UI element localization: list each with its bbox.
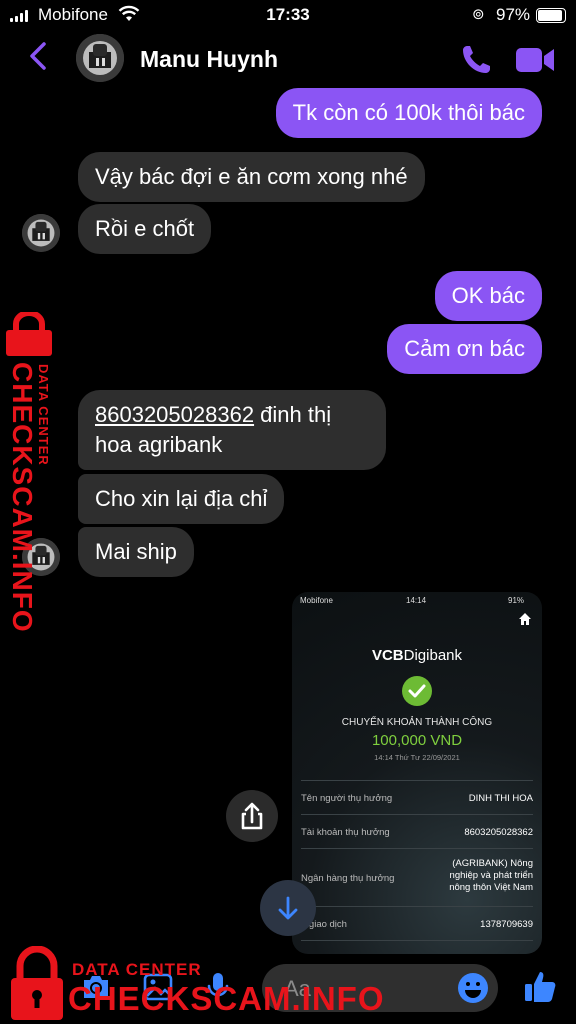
arrow-down-icon xyxy=(278,896,298,920)
message-text: Rồi e chốt xyxy=(95,216,195,241)
receipt-status-carrier: Mobifone xyxy=(300,596,333,605)
bank-logo: VCBDigibank xyxy=(371,647,463,664)
receipt-status-battery: 91% xyxy=(508,596,525,605)
checkmark-icon xyxy=(402,676,432,706)
emoji-icon[interactable] xyxy=(456,971,490,1010)
contact-name[interactable]: Manu Huynh xyxy=(140,46,278,73)
transfer-datetime: 14:14 Thứ Tư 22/09/2021 xyxy=(374,753,460,762)
message-bubble-outgoing[interactable]: Tk còn có 100k thôi bác xyxy=(275,88,542,138)
padlock-icon xyxy=(6,312,52,356)
receipt-status-time: 14:14 xyxy=(406,596,427,605)
message-text: Cho xin lại địa chỉ xyxy=(95,486,268,511)
thumbs-up-icon[interactable] xyxy=(522,967,558,1003)
divider xyxy=(301,940,533,943)
avatar[interactable] xyxy=(76,34,124,82)
transfer-status: CHUYỂN KHOẢN THÀNH CÔNG xyxy=(341,717,493,728)
watermark-side: CHECKSCAM.INFO DATA CENTER xyxy=(2,312,62,633)
receipt-row: ã giao dịch 1378709639 xyxy=(301,906,533,941)
share-button[interactable] xyxy=(226,790,278,842)
watermark-text: CHECKSCAM.INFO xyxy=(7,362,38,633)
message-text: Vậy bác đợi e ăn cơm xong nhé xyxy=(95,164,408,189)
clock: 17:33 xyxy=(266,5,310,24)
message-text: Mai ship xyxy=(95,539,177,564)
watermark-text: CHECKSCAM.INFO xyxy=(68,980,385,1017)
message-bubble-incoming[interactable]: Rồi e chốt xyxy=(78,204,212,254)
receipt-value: (AGRIBANK) Nông nghiệp và phát triển nôn… xyxy=(449,858,533,893)
home-icon xyxy=(518,612,532,631)
scroll-down-button[interactable] xyxy=(260,880,316,936)
conversation-header: Manu Huynh xyxy=(0,32,576,86)
watermark-subtext: DATA CENTER xyxy=(36,364,51,466)
account-number-link[interactable]: 8603205028362 xyxy=(95,402,254,427)
message-text: OK bác xyxy=(451,283,525,308)
message-text: Tk còn có 100k thôi bác xyxy=(292,100,525,125)
avatar[interactable] xyxy=(22,214,60,252)
share-icon xyxy=(241,802,263,830)
receipt-row: Tài khoản thụ hưởng 8603205028362 xyxy=(301,814,533,849)
receipt-value: DINH THI HOA xyxy=(468,793,533,804)
message-bubble-incoming[interactable]: Vậy bác đợi e ăn cơm xong nhé xyxy=(78,152,425,202)
receipt-label: Tên người thụ hưởng xyxy=(301,793,393,804)
battery-percent: 97% xyxy=(496,5,531,24)
chevron-left-icon[interactable] xyxy=(24,34,54,78)
message-bubble-outgoing[interactable]: OK bác xyxy=(434,271,542,321)
transfer-amount: 100,000 VND xyxy=(371,732,463,749)
rotation-lock-icon: ⊚ xyxy=(472,6,485,23)
message-bubble-incoming[interactable]: Cho xin lại địa chỉ xyxy=(78,474,285,524)
receipt-row: Tên người thụ hưởng DINH THI HOA xyxy=(301,780,533,815)
watermark-subtext: DATA CENTER xyxy=(72,960,202,979)
transfer-receipt-image[interactable]: Mobifone 14:14 91% VCBDigibank CHUYỂN KH… xyxy=(292,592,542,954)
padlock-icon xyxy=(11,946,63,1020)
receipt-value: 1378709639 xyxy=(480,919,533,930)
message-text: Cảm ơn bác xyxy=(404,336,525,361)
message-bubble-outgoing[interactable]: Cảm ơn bác xyxy=(387,324,542,374)
status-bar: Mobifone 17:33 ⊚ 97% xyxy=(0,0,576,30)
receipt-label: Tài khoản thụ hưởng xyxy=(301,827,390,838)
video-camera-icon[interactable] xyxy=(514,44,558,76)
message-text: hoa agribank xyxy=(95,432,223,457)
battery-icon xyxy=(536,8,566,23)
receipt-row: Ngân hàng thụ hưởng (AGRIBANK) Nông nghi… xyxy=(301,848,533,905)
message-text: đinh thị xyxy=(254,402,332,427)
phone-icon[interactable] xyxy=(458,42,494,78)
message-bubble-incoming[interactable]: Mai ship xyxy=(78,527,194,577)
receipt-value: 8603205028362 xyxy=(464,827,533,838)
message-bubble-incoming[interactable]: 8603205028362 đinh thị hoa agribank xyxy=(78,390,386,470)
